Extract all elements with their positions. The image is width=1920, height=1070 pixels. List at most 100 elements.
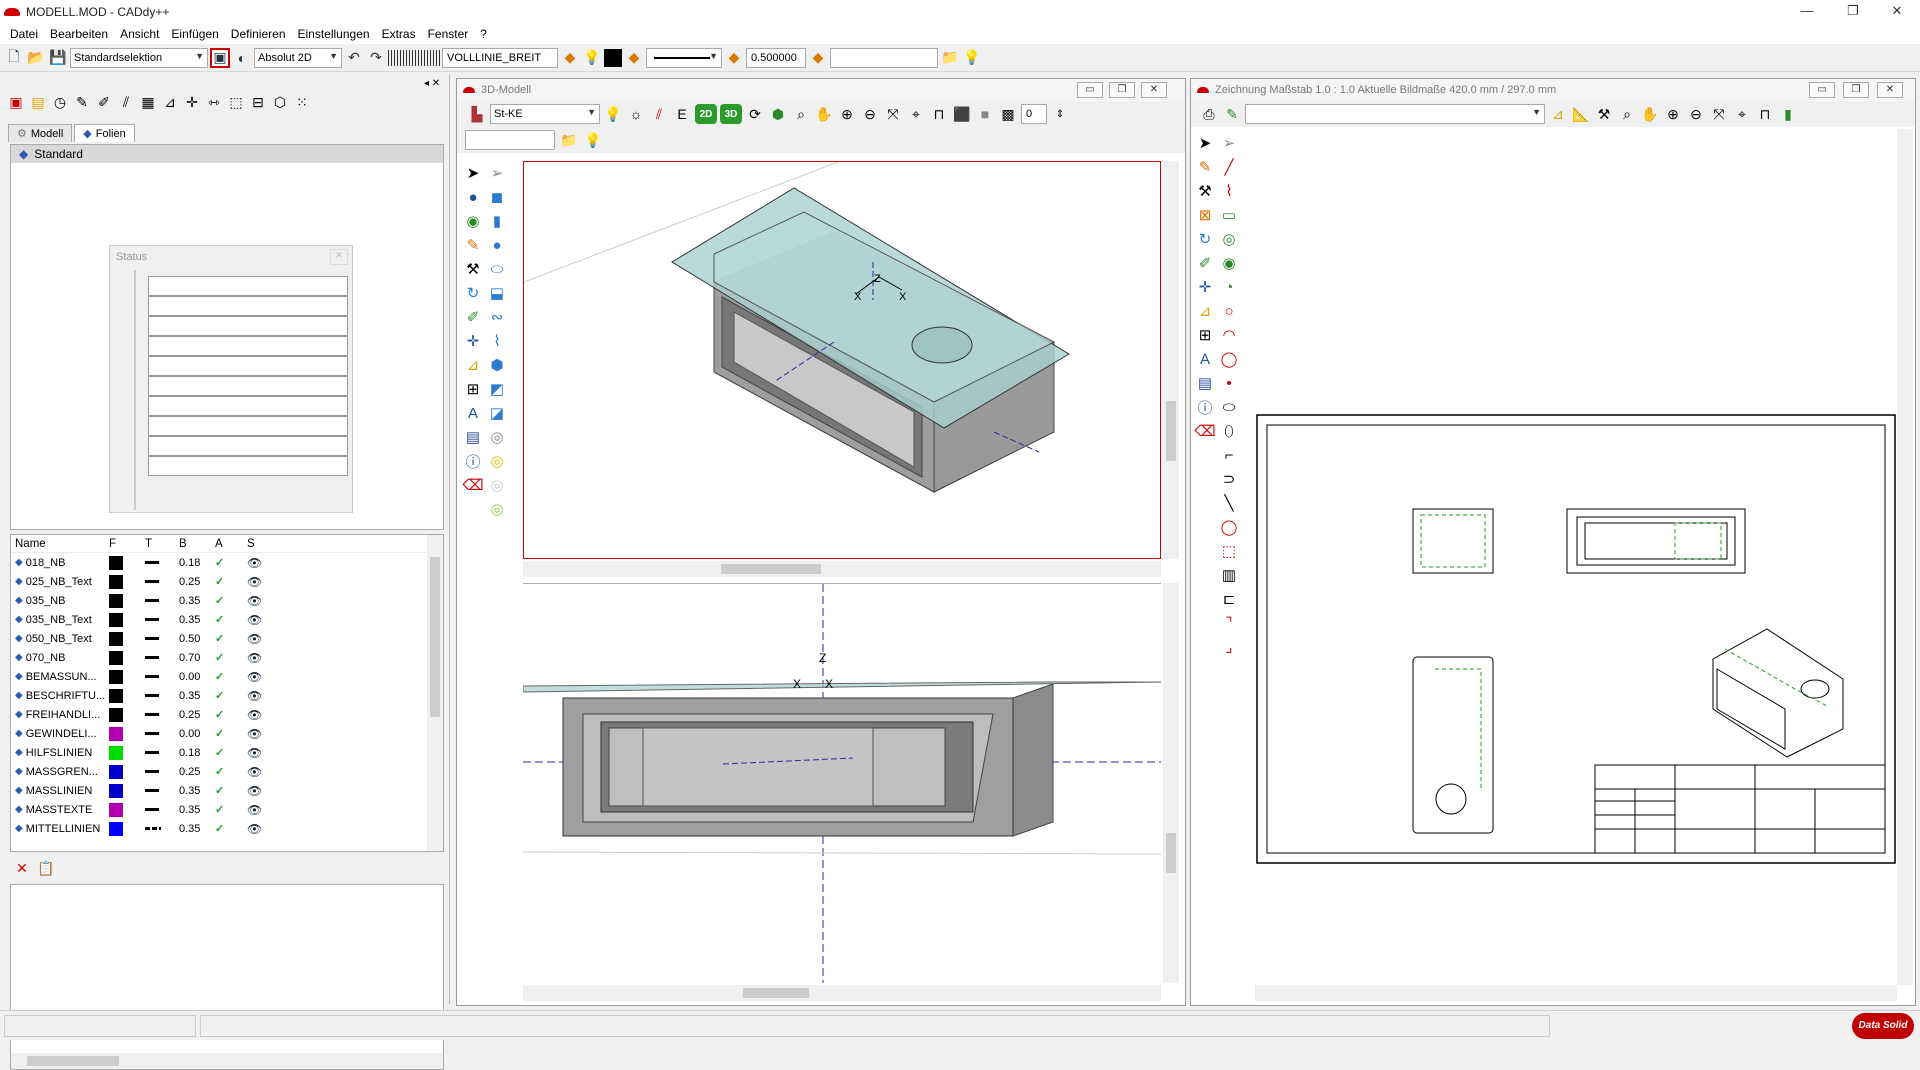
layer-color-cell[interactable] <box>109 669 145 684</box>
status-close-button[interactable]: ✕ <box>330 249 348 265</box>
coord-mode-select[interactable]: Absolut 2D ▼ <box>254 47 342 68</box>
menu-help[interactable]: ? <box>474 27 493 41</box>
font-icon[interactable]: A <box>1195 349 1215 369</box>
drawing-maximize-button[interactable]: ❐ <box>1843 82 1869 98</box>
layer-linetype-cell[interactable] <box>145 747 179 759</box>
menu-ansicht[interactable]: Ansicht <box>114 27 165 41</box>
cross-tool-icon[interactable]: ⊠ <box>1195 205 1215 225</box>
layer-linetype-cell[interactable] <box>145 652 179 664</box>
zoom-prev-icon[interactable]: ⌖ <box>1732 104 1752 124</box>
layer-linetype-cell[interactable] <box>145 614 179 626</box>
loft-icon[interactable]: ⌇ <box>487 331 507 351</box>
model3d-maximize-button[interactable]: ❐ <box>1109 82 1135 98</box>
iso-vscroll[interactable] <box>1163 161 1179 559</box>
active-check-icon[interactable]: ✓ <box>215 651 247 664</box>
extrude-icon[interactable]: ⬓ <box>487 283 507 303</box>
pan-hand-icon[interactable]: ✋ <box>814 104 834 124</box>
col-s[interactable]: S <box>247 538 277 550</box>
visible-eye-icon[interactable]: 👁 <box>247 746 277 760</box>
drawing-canvas[interactable] <box>1255 129 1897 985</box>
dimension-icon[interactable]: ⊿ <box>160 92 180 112</box>
balloon-icon[interactable]: ◯ <box>1219 517 1239 537</box>
trim-icon[interactable]: ⌐ <box>1219 445 1239 465</box>
visible-eye-icon[interactable]: 👁 <box>247 822 277 836</box>
layer-color-cell[interactable] <box>109 650 145 665</box>
view-2d-button[interactable]: 2D <box>695 104 717 124</box>
layer-linetype-cell[interactable] <box>145 709 179 721</box>
lightbulb-icon[interactable]: 💡 <box>583 130 603 150</box>
layer-icon[interactable]: ◆ <box>560 48 580 68</box>
ellipse-icon[interactable]: ⬭ <box>1219 397 1239 417</box>
info-icon[interactable]: ⓘ <box>463 451 483 471</box>
bool-green-icon[interactable]: ◎ <box>487 499 507 519</box>
layer-linetype-cell[interactable] <box>145 595 179 607</box>
layer-row[interactable]: ◆ BEMASSUN... 0.00 ✓ 👁 <box>11 667 443 686</box>
rotate-icon[interactable]: ↻ <box>1195 229 1215 249</box>
pencil-icon[interactable]: ✎ <box>1195 157 1215 177</box>
snap-icon[interactable]: ◐ <box>232 48 252 68</box>
line-style-select[interactable]: ▼ <box>646 47 722 68</box>
view-select[interactable]: ▼ <box>1245 104 1545 124</box>
viewport-front[interactable]: Z X X <box>523 583 1161 983</box>
folder-icon[interactable]: 📁 <box>559 130 579 150</box>
tab-folien[interactable]: ◆ Folien <box>74 124 135 142</box>
hilfslinien-icon[interactable]: ⫽ <box>116 92 136 112</box>
active-check-icon[interactable]: ✓ <box>215 784 247 797</box>
selection-mode-select[interactable]: Standardselektion ▼ <box>70 47 208 68</box>
scroll-thumb[interactable] <box>743 988 809 998</box>
info-icon[interactable]: ⓘ <box>1195 397 1215 417</box>
dimension-icon[interactable]: ⊿ <box>463 355 483 375</box>
model3d-input[interactable] <box>465 130 555 150</box>
layer-linetype-cell[interactable] <box>145 557 179 569</box>
shell-icon[interactable]: ⬢ <box>487 355 507 375</box>
layer-row[interactable]: ◆ 070_NB 0.70 ✓ 👁 <box>11 648 443 667</box>
menu-extras[interactable]: Extras <box>376 27 422 41</box>
layer-row[interactable]: ◆ 025_NB_Text 0.25 ✓ 👁 <box>11 572 443 591</box>
font-icon[interactable]: A <box>463 403 483 423</box>
visible-eye-icon[interactable]: 👁 <box>247 613 277 627</box>
tree-item-standard[interactable]: ◆ Standard <box>11 145 443 163</box>
box-solid-icon[interactable]: ◼ <box>487 187 507 207</box>
rotate-icon[interactable]: ⟳ <box>745 104 765 124</box>
pan-hand-icon[interactable]: ✋ <box>1640 104 1660 124</box>
edit-icon[interactable]: ✐ <box>1195 253 1215 273</box>
tools-icon[interactable]: ⚒ <box>463 259 483 279</box>
iso-hscroll[interactable] <box>523 561 1161 577</box>
layer-color-cell[interactable] <box>109 612 145 627</box>
visible-eye-icon[interactable]: 👁 <box>247 556 277 570</box>
folder-icon[interactable]: 📁 <box>940 48 960 68</box>
active-check-icon[interactable]: ✓ <box>215 708 247 721</box>
ellipse-alt-icon[interactable]: ⬯ <box>1219 421 1239 441</box>
layer-color-cell[interactable] <box>109 593 145 608</box>
diag-icon[interactable]: ╲ <box>1219 493 1239 513</box>
cube-icon[interactable]: ⬡ <box>270 92 290 112</box>
redo-icon[interactable]: ↷ <box>366 48 386 68</box>
view-3d-button[interactable]: 3D <box>720 104 742 124</box>
minimize-button[interactable]: — <box>1784 0 1830 24</box>
layer-color-cell[interactable] <box>109 745 145 760</box>
zoom-in-icon[interactable]: ⊕ <box>837 104 857 124</box>
layer-icon[interactable]: ◆ <box>724 48 744 68</box>
maximize-button[interactable]: ❐ <box>1830 0 1876 24</box>
layer-linetype-cell[interactable] <box>145 633 179 645</box>
bool-int-icon[interactable]: ◎ <box>487 475 507 495</box>
layer-linetype-cell[interactable] <box>145 766 179 778</box>
layer-scrollbar[interactable] <box>427 535 443 851</box>
text-tool-icon[interactable]: ⊞ <box>463 379 483 399</box>
traffic-light-icon[interactable]: ▮ <box>1778 104 1798 124</box>
menu-datei[interactable]: Datei <box>4 27 44 41</box>
circle-dot-icon[interactable]: ◉ <box>1219 253 1239 273</box>
active-check-icon[interactable]: ✓ <box>215 670 247 683</box>
select-arrow-alt-icon[interactable]: ➢ <box>1219 133 1239 153</box>
fillet-icon[interactable]: ◪ <box>487 403 507 423</box>
layer-linetype-cell[interactable] <box>145 690 179 702</box>
drawing-hscroll[interactable] <box>1255 985 1897 1001</box>
rotate-icon[interactable]: ↻ <box>463 283 483 303</box>
active-check-icon[interactable]: ✓ <box>215 765 247 778</box>
zoom-in-icon[interactable]: ⊕ <box>1663 104 1683 124</box>
layer-color-cell[interactable] <box>109 783 145 798</box>
hatch-icon[interactable]: ▤ <box>1195 373 1215 393</box>
search-field[interactable] <box>830 47 938 68</box>
zoom-out-icon[interactable]: ⊖ <box>1686 104 1706 124</box>
active-check-icon[interactable]: ✓ <box>215 613 247 626</box>
